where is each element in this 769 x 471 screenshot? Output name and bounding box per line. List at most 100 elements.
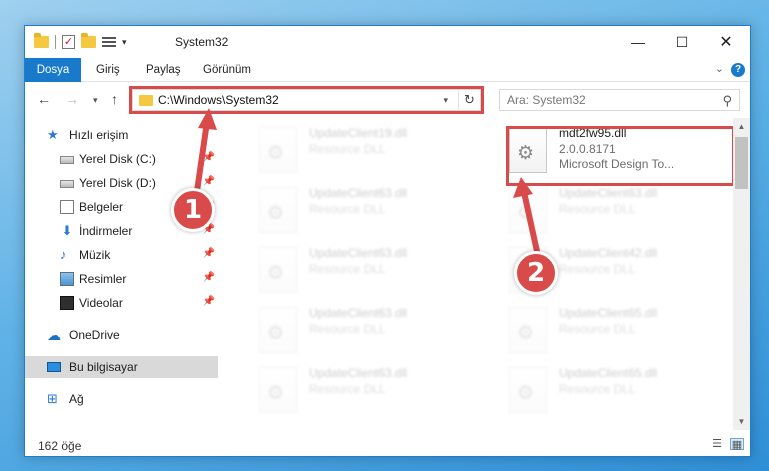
dll-file-icon: [259, 187, 297, 233]
file-name: UpdateClient19.dll: [309, 126, 408, 140]
drive-icon: [60, 180, 74, 188]
file-type: Resource DLL: [559, 322, 636, 336]
search-icon[interactable]: ⚲: [722, 93, 732, 109]
scroll-thumb[interactable]: [735, 137, 748, 189]
folder-icon: [34, 33, 49, 48]
toolbar-divider: [55, 35, 56, 49]
file-list: UpdateClient19.dll Resource DLL UpdateCl…: [236, 118, 736, 430]
dll-file-icon: [259, 367, 297, 413]
navigation-pane: ★ Hızlı erişim Yerel Disk (C:) 📌 Yerel D…: [25, 118, 218, 418]
callout-badge-1: 1: [171, 188, 215, 232]
sidebar-item-label: Bu bilgisayar: [69, 360, 138, 374]
file-name: UpdateClient63.dll: [309, 306, 408, 320]
downloads-icon: ⬇: [61, 223, 73, 238]
new-folder-icon[interactable]: [81, 33, 96, 48]
file-tile[interactable]: UpdateClient65.dll Resource DLL: [501, 362, 731, 416]
tab-view[interactable]: Görünüm: [203, 58, 251, 82]
file-tile[interactable]: UpdateClient63.dll Resource DLL: [251, 182, 481, 236]
file-type: Resource DLL: [309, 322, 386, 336]
scroll-down-icon[interactable]: ▼: [733, 413, 750, 430]
sidebar-item-local-disk-c[interactable]: Yerel Disk (C:) 📌: [25, 148, 218, 170]
minimize-button[interactable]: —: [616, 26, 660, 58]
sidebar-item-music[interactable]: ♪ Müzik 📌: [25, 244, 218, 266]
recent-locations-icon[interactable]: ▾: [93, 95, 98, 106]
search-placeholder: Ara: System32: [507, 93, 586, 107]
status-bar: 162 öğe ☰ ▦: [25, 434, 750, 456]
sidebar-item-label: Resimler: [79, 272, 127, 286]
dll-file-icon: [259, 307, 297, 353]
sidebar-item-label: Videolar: [79, 296, 123, 310]
dll-file-icon: [509, 187, 547, 233]
sidebar-item-pictures[interactable]: Resimler 📌: [25, 268, 218, 290]
sidebar-item-label: Müzik: [79, 248, 111, 262]
network-icon: ⊞: [47, 391, 58, 406]
file-type: Resource DLL: [309, 142, 386, 156]
sidebar-item-quick-access[interactable]: ★ Hızlı erişim: [25, 124, 218, 146]
file-tile[interactable]: UpdateClient63.dll Resource DLL: [501, 182, 731, 236]
sidebar-item-label: Ağ: [69, 392, 84, 406]
sidebar-item-label: Hızlı erişim: [69, 128, 129, 142]
quick-access-toolbar: ✓ ▾: [34, 33, 127, 49]
vertical-scrollbar[interactable]: ▲ ▼: [733, 118, 750, 430]
file-type: Resource DLL: [309, 262, 386, 276]
file-tile[interactable]: UpdateClient63.dll Resource DLL: [251, 362, 481, 416]
file-name: UpdateClient65.dll: [559, 366, 658, 380]
navigation-bar: ← → ▾ ↑ C:\Windows\System32 ▾ ↻ Ara: Sys…: [25, 83, 750, 117]
file-name: UpdateClient42.dll: [559, 246, 658, 260]
expand-ribbon-icon[interactable]: ⌄: [715, 62, 724, 75]
onedrive-icon: ☁: [47, 327, 61, 343]
sidebar-item-label: Belgeler: [79, 200, 124, 214]
item-count: 162 öğe: [38, 439, 82, 453]
pin-icon[interactable]: 📌: [203, 272, 215, 283]
forward-arrow-icon[interactable]: →: [65, 91, 79, 107]
sidebar-item-videos[interactable]: Videolar 📌: [25, 292, 218, 314]
pin-icon[interactable]: 📌: [203, 296, 215, 307]
tab-home[interactable]: Giriş: [96, 58, 120, 82]
file-type: Resource DLL: [559, 382, 636, 396]
file-type: Resource DLL: [559, 202, 636, 216]
file-name: UpdateClient65.dll: [559, 306, 658, 320]
file-tile[interactable]: UpdateClient19.dll Resource DLL: [251, 122, 481, 176]
callout-badge-2: 2: [514, 251, 558, 295]
close-button[interactable]: ✕: [704, 26, 748, 58]
dll-file-icon: [259, 247, 297, 293]
ribbon-tabs: Dosya Giriş Paylaş Görünüm ⌄ ?: [25, 58, 750, 82]
videos-icon: [60, 296, 74, 310]
pictures-icon: [60, 272, 74, 286]
dll-file-icon: [259, 127, 297, 173]
file-type: Resource DLL: [309, 382, 386, 396]
window-title: System32: [175, 35, 229, 49]
tiles-view-icon[interactable]: ▦: [730, 438, 744, 451]
file-tile[interactable]: UpdateClient65.dll Resource DLL: [501, 302, 731, 356]
file-name: UpdateClient63.dll: [309, 186, 408, 200]
computer-icon: [47, 362, 61, 372]
tab-file[interactable]: Dosya: [25, 58, 81, 82]
file-tile[interactable]: UpdateClient63.dll Resource DLL: [251, 242, 481, 296]
file-name: UpdateClient63.dll: [309, 366, 408, 380]
explorer-window: ✓ ▾ System32 — ☐ ✕ Dosya Giriş Paylaş Gö…: [24, 25, 751, 457]
chevron-down-icon[interactable]: ▾: [122, 37, 127, 48]
sidebar-item-this-pc[interactable]: Bu bilgisayar: [25, 356, 218, 378]
file-tile[interactable]: UpdateClient63.dll Resource DLL: [251, 302, 481, 356]
back-arrow-icon[interactable]: ←: [37, 91, 51, 107]
pin-icon[interactable]: 📌: [203, 152, 215, 163]
tab-share[interactable]: Paylaş: [146, 58, 181, 82]
maximize-button[interactable]: ☐: [660, 26, 704, 58]
sidebar-item-onedrive[interactable]: ☁ OneDrive: [25, 324, 218, 346]
details-view-icon[interactable]: ☰: [710, 438, 724, 450]
music-icon: ♪: [60, 247, 67, 262]
address-highlight-box: [129, 86, 484, 114]
up-arrow-icon[interactable]: ↑: [111, 91, 118, 107]
sidebar-item-label: Yerel Disk (D:): [79, 176, 156, 190]
pin-icon[interactable]: 📌: [203, 248, 215, 259]
sidebar-item-network[interactable]: ⊞ Ağ: [25, 388, 218, 410]
file-type: Resource DLL: [309, 202, 386, 216]
sidebar-item-label: İndirmeler: [79, 224, 133, 238]
properties-icon[interactable]: ✓: [62, 35, 75, 49]
pin-icon[interactable]: 📌: [203, 176, 215, 187]
star-icon: ★: [47, 127, 59, 142]
search-input[interactable]: Ara: System32 ⚲: [499, 89, 740, 111]
scroll-up-icon[interactable]: ▲: [733, 118, 750, 135]
customize-icon[interactable]: [102, 36, 116, 49]
help-icon[interactable]: ?: [731, 63, 745, 77]
